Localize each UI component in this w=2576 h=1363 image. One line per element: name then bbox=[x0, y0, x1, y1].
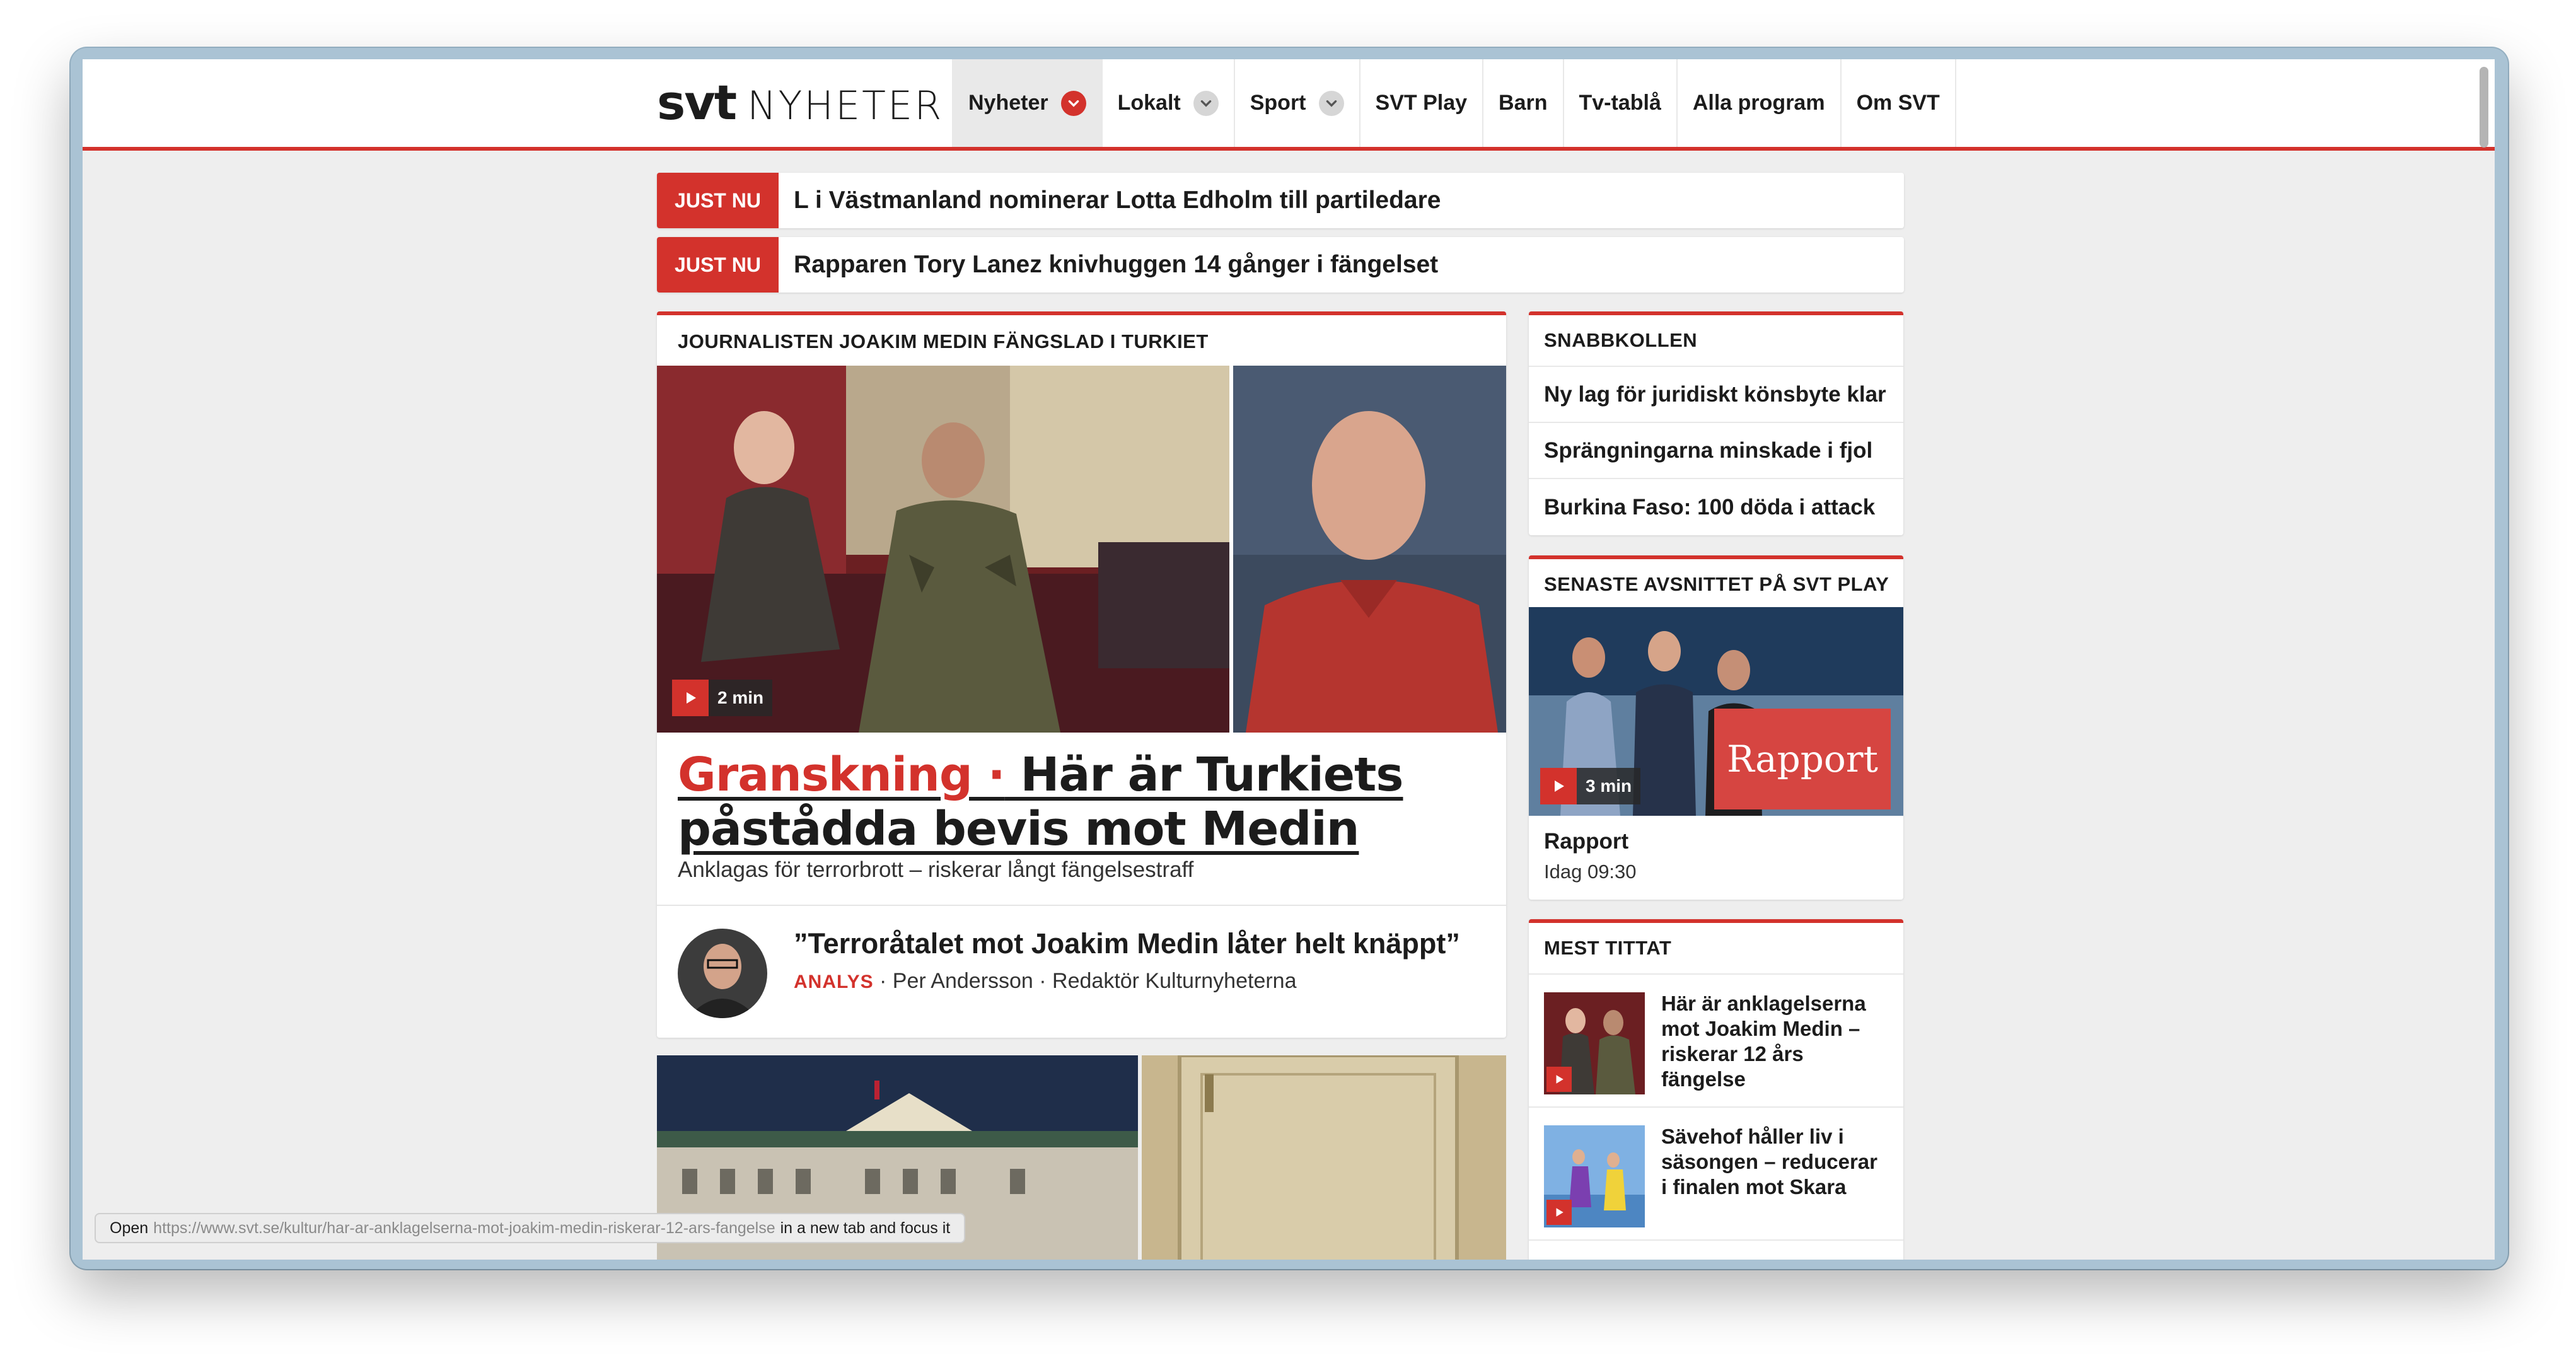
list-item[interactable]: Sävehof håller liv i säsongen – reducera… bbox=[1529, 1108, 1903, 1241]
mest-tittat-title: MEST TITTAT bbox=[1529, 923, 1903, 975]
nav-item-sport[interactable]: Sport bbox=[1233, 59, 1359, 147]
svt-play-title: SENASTE AVSNITTET PÅ SVT PLAY bbox=[1544, 573, 1889, 595]
program-title[interactable]: Rapport bbox=[1544, 829, 1628, 854]
nav-item-nyheter[interactable]: Nyheter bbox=[952, 59, 1101, 147]
snabbkollen-title: SNABBKOLLEN bbox=[1529, 315, 1903, 367]
analysis-item[interactable]: ”Terroråtalet mot Joakim Medin låter hel… bbox=[657, 905, 1506, 1038]
logo-nyheter-text: NYHETER bbox=[747, 83, 944, 129]
video-duration: 3 min bbox=[1586, 776, 1632, 796]
analysis-byline: ANALYS · Per Andersson · Redaktör Kultur… bbox=[794, 969, 1297, 994]
section-title[interactable]: JOURNALISTEN JOAKIM MEDIN FÄNGSLAD I TUR… bbox=[678, 330, 1209, 353]
snabbkollen-card: SNABBKOLLEN Ny lag för juridiskt könsbyt… bbox=[1529, 311, 1903, 535]
play-icon bbox=[1546, 1200, 1572, 1225]
video-duration-badge[interactable]: 2 min bbox=[672, 680, 773, 716]
nav-item-label: SVT Play bbox=[1375, 91, 1468, 115]
browser-viewport: svt NYHETER Nyheter Lokalt Sport SVT Pla… bbox=[83, 59, 2495, 1260]
snabbkollen-item[interactable]: Sprängningarna minskade i fjol bbox=[1529, 423, 1903, 479]
status-prefix: Open bbox=[110, 1219, 149, 1237]
top-story-headline[interactable]: Granskning · Här är Turkiets påstådda be… bbox=[678, 748, 1472, 856]
status-suffix: in a new tab and focus it bbox=[780, 1219, 951, 1237]
nav-item-label: Nyheter bbox=[968, 91, 1048, 115]
snabbkollen-item[interactable]: Ny lag för juridiskt könsbyte klar bbox=[1529, 367, 1903, 423]
link-status-tooltip: Open https://www.svt.se/kultur/har-ar-an… bbox=[95, 1213, 966, 1243]
analysis-quote[interactable]: ”Terroråtalet mot Joakim Medin låter hel… bbox=[794, 927, 1460, 960]
just-nu-row[interactable]: JUST NU Rapparen Tory Lanez knivhuggen 1… bbox=[657, 237, 1904, 293]
program-time: Idag 09:30 bbox=[1544, 861, 1637, 883]
top-story-card: JOURNALISTEN JOAKIM MEDIN FÄNGSLAD I TUR… bbox=[657, 311, 1506, 1038]
just-nu-badge: JUST NU bbox=[657, 237, 779, 293]
nav-item-barn[interactable]: Barn bbox=[1482, 59, 1562, 147]
chevron-down-icon[interactable] bbox=[1060, 90, 1086, 116]
chevron-down-icon[interactable] bbox=[1318, 90, 1344, 116]
just-nu-text[interactable]: Rapparen Tory Lanez knivhuggen 14 gånger… bbox=[794, 251, 1438, 279]
just-nu-badge: JUST NU bbox=[657, 173, 779, 228]
just-nu-row[interactable]: JUST NU L i Västmanland nominerar Lotta … bbox=[657, 173, 1904, 228]
nav-item-label: Alla program bbox=[1692, 91, 1825, 115]
nav-item-svt-play[interactable]: SVT Play bbox=[1359, 59, 1483, 147]
play-icon bbox=[672, 680, 709, 716]
video-duration: 2 min bbox=[717, 688, 764, 707]
play-icon bbox=[1546, 1067, 1572, 1092]
just-nu-text[interactable]: L i Västmanland nominerar Lotta Edholm t… bbox=[794, 187, 1441, 214]
logo-svt-text: svt bbox=[657, 74, 737, 130]
nav-item-label: Sport bbox=[1250, 91, 1306, 115]
headline-kicker: Granskning · bbox=[678, 748, 1006, 802]
play-icon bbox=[1540, 768, 1577, 804]
site-header: svt NYHETER Nyheter Lokalt Sport SVT Pla… bbox=[83, 59, 2495, 151]
list-item-title[interactable]: Sävehof håller liv i säsongen – reducera… bbox=[1661, 1124, 1888, 1200]
headline-link[interactable]: Granskning · Här är Turkiets påstådda be… bbox=[678, 748, 1403, 856]
top-story-image[interactable]: 2 min bbox=[657, 366, 1229, 733]
analysis-tag: ANALYS bbox=[794, 972, 874, 992]
svt-nyheter-logo[interactable]: svt NYHETER bbox=[657, 74, 943, 131]
analysis-author: · Per Andersson · Redaktör Kulturnyheter… bbox=[873, 969, 1297, 993]
rapport-logo: Rapport bbox=[1714, 709, 1891, 809]
list-item-thumbnail bbox=[1544, 992, 1645, 1094]
list-item[interactable]: Här är anklagelserna mot Joakim Medin – … bbox=[1529, 975, 1903, 1108]
top-story-subline: Anklagas för terrorbrott – riskerar lång… bbox=[678, 857, 1194, 882]
nav-item-tv-tabla[interactable]: Tv-tablå bbox=[1562, 59, 1676, 147]
svt-play-card[interactable]: SENASTE AVSNITTET PÅ SVT PLAY Rapport 3 … bbox=[1529, 555, 1903, 900]
scrollbar-thumb[interactable] bbox=[2480, 67, 2488, 148]
video-duration-badge[interactable]: 3 min bbox=[1540, 768, 1641, 804]
joakim-medin-portrait[interactable] bbox=[1233, 366, 1506, 733]
list-item-thumbnail bbox=[1544, 1125, 1645, 1227]
scrollbar[interactable] bbox=[2478, 64, 2490, 1255]
nav-item-label: Tv-tablå bbox=[1579, 91, 1661, 115]
nav-item-label: Om SVT bbox=[1856, 91, 1940, 115]
rapport-thumbnail[interactable]: Rapport 3 min bbox=[1529, 607, 1903, 816]
nav-item-alla-program[interactable]: Alla program bbox=[1676, 59, 1840, 147]
nav-item-label: Lokalt bbox=[1117, 91, 1181, 115]
article-image[interactable] bbox=[1142, 1055, 1506, 1260]
nav-item-label: Barn bbox=[1499, 91, 1548, 115]
status-url: https://www.svt.se/kultur/har-ar-anklage… bbox=[153, 1219, 775, 1237]
mest-tittat-card: MEST TITTAT Här är anklagelserna mot Joa… bbox=[1529, 919, 1903, 1260]
chevron-down-icon[interactable] bbox=[1193, 90, 1219, 116]
nav-item-lokalt[interactable]: Lokalt bbox=[1101, 59, 1234, 147]
list-item-title[interactable]: Här är anklagelserna mot Joakim Medin – … bbox=[1661, 991, 1888, 1092]
nav-item-om-svt[interactable]: Om SVT bbox=[1840, 59, 1956, 147]
main-navigation: Nyheter Lokalt Sport SVT Play Barn Tv-ta… bbox=[952, 59, 1956, 147]
snabbkollen-item[interactable]: Burkina Faso: 100 döda i attack bbox=[1529, 479, 1903, 535]
author-avatar bbox=[678, 929, 767, 1018]
